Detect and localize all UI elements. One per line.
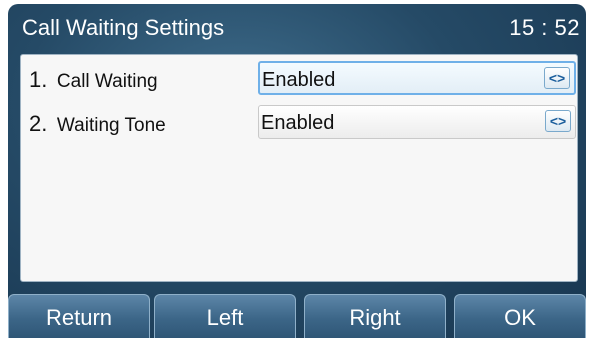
page-title: Call Waiting Settings	[22, 15, 225, 40]
setting-number: 2.	[29, 111, 48, 136]
clock: 15 : 52	[509, 15, 580, 40]
setting-label: 2. Waiting Tone	[29, 111, 166, 137]
left-right-arrows-icon[interactable]: <>	[545, 110, 571, 132]
setting-name: Waiting Tone	[56, 115, 166, 136]
settings-panel: 1. Call Waiting Enabled <> 2. Waiting To…	[20, 54, 578, 282]
ok-softkey[interactable]: OK	[454, 294, 586, 338]
setting-label: 1. Call Waiting	[29, 67, 158, 93]
return-softkey[interactable]: Return	[8, 294, 150, 338]
setting-row-waiting-tone[interactable]: 2. Waiting Tone Enabled <>	[21, 101, 577, 145]
left-right-arrows-icon[interactable]: <>	[544, 67, 570, 89]
left-softkey[interactable]: Left	[154, 294, 296, 338]
waiting-tone-select[interactable]: Enabled <>	[258, 105, 576, 139]
setting-name: Call Waiting	[56, 71, 158, 92]
setting-number: 1.	[29, 67, 48, 92]
softkey-bar: Return Left Right OK	[8, 294, 586, 338]
field-value: Enabled	[262, 69, 336, 91]
call-waiting-select[interactable]: Enabled <>	[258, 61, 576, 95]
setting-row-call-waiting[interactable]: 1. Call Waiting Enabled <>	[21, 57, 577, 101]
title-bar: Call Waiting Settings 15 : 52	[8, 4, 586, 46]
right-softkey[interactable]: Right	[304, 294, 446, 338]
phone-screen: Call Waiting Settings 15 : 52 1. Call Wa…	[8, 4, 586, 338]
field-value: Enabled	[261, 112, 335, 134]
